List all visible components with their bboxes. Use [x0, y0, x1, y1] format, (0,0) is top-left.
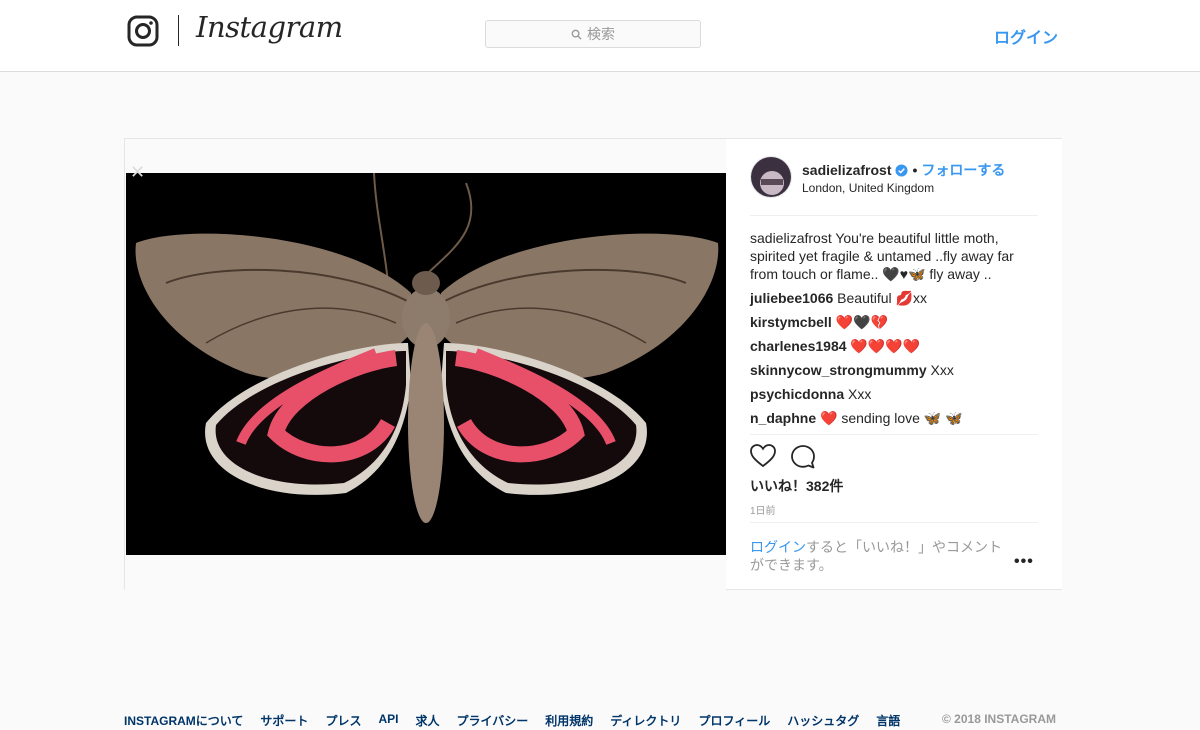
footer-link-api[interactable]: API	[378, 712, 398, 729]
post-media: ✕	[125, 139, 726, 591]
footer-link-about[interactable]: INSTAGRAMについて	[124, 712, 243, 729]
comment-username[interactable]: juliebee1066	[750, 290, 833, 306]
comment-username[interactable]: n_daphne	[750, 410, 816, 426]
follow-separator: •	[912, 162, 918, 178]
prompt-divider	[750, 522, 1038, 523]
caption-username[interactable]: sadielizafrost	[750, 230, 832, 246]
logo-divider	[178, 15, 179, 46]
verified-badge-icon	[895, 163, 909, 177]
post-sidebar: sadielizafrost • フォローする London, United K…	[726, 139, 1062, 589]
footer-link-hashtags[interactable]: ハッシュタグ	[787, 712, 859, 729]
footer-link-terms[interactable]: 利用規約	[545, 712, 593, 729]
follow-button[interactable]: フォローする	[921, 160, 1005, 180]
comment-username[interactable]: kirstymcbell	[750, 314, 832, 330]
search-input[interactable]: 検索	[485, 20, 701, 48]
footer-link-press[interactable]: プレス	[325, 712, 361, 729]
actions-divider	[750, 434, 1038, 435]
comment-text: ❤️ sending love 🦋 🦋	[820, 410, 963, 426]
comment-text: Beautiful 💋xx	[837, 290, 927, 306]
footer-link-profiles[interactable]: プロフィール	[698, 712, 770, 729]
avatar[interactable]	[750, 156, 792, 198]
post-timestamp: 1日前	[750, 506, 776, 517]
post-location[interactable]: London, United Kingdom	[802, 181, 934, 195]
heart-icon[interactable]	[750, 444, 776, 468]
footer-link-language[interactable]: 言語	[876, 712, 900, 729]
search-icon	[571, 29, 582, 40]
footer-link-support[interactable]: サポート	[260, 712, 308, 729]
footer-link-privacy[interactable]: プライバシー	[456, 712, 528, 729]
more-options-button[interactable]: •••	[1014, 553, 1034, 571]
comment-username[interactable]: charlenes1984	[750, 338, 847, 354]
close-icon[interactable]: ✕	[130, 163, 145, 181]
comments-list: sadielizafrost You're beautiful little m…	[750, 229, 1038, 433]
copyright: © 2018 INSTAGRAM	[942, 712, 1056, 726]
moth-photo[interactable]	[126, 173, 726, 555]
comment-item: kirstymcbell ❤️🖤💔	[750, 313, 1038, 331]
comment-item: n_daphne ❤️ sending love 🦋 🦋	[750, 409, 1038, 427]
post-card: ✕ sadielizafrost • フォローする London, United…	[124, 138, 1062, 591]
likes-count[interactable]: いいね！382件	[750, 476, 843, 496]
post-username[interactable]: sadielizafrost	[802, 162, 891, 178]
comment-item: skinnycow_strongmummy Xxx	[750, 361, 1038, 379]
footer-links: INSTAGRAMについて サポート プレス API 求人 プライバシー 利用規…	[124, 712, 1062, 729]
comment-text: ❤️🖤💔	[835, 314, 888, 330]
instagram-glyph-icon[interactable]	[127, 15, 159, 47]
comment-item: juliebee1066 Beautiful 💋xx	[750, 289, 1038, 307]
login-link[interactable]: ログイン	[994, 24, 1058, 48]
login-prompt-link[interactable]: ログイン	[750, 539, 806, 555]
top-navigation-bar: Instagram 検索 ログイン	[0, 0, 1200, 72]
comment-text: Xxx	[848, 386, 872, 402]
comment-text: ❤️❤️❤️❤️	[850, 338, 921, 354]
comment-username[interactable]: psychicdonna	[750, 386, 844, 402]
post-author: sadielizafrost • フォローする	[802, 160, 1005, 180]
comment-username[interactable]: skinnycow_strongmummy	[750, 362, 927, 378]
comment-item: charlenes1984 ❤️❤️❤️❤️	[750, 337, 1038, 355]
footer-link-directory[interactable]: ディレクトリ	[610, 712, 681, 729]
post-header: sadielizafrost • フォローする London, United K…	[750, 156, 1038, 216]
login-prompt: ログインすると「いいね！」やコメントができます。	[750, 538, 1010, 574]
search-placeholder: 検索	[587, 26, 615, 42]
instagram-wordmark-logo[interactable]: Instagram	[196, 10, 343, 44]
footer-link-jobs[interactable]: 求人	[415, 712, 439, 729]
comment-text: Xxx	[930, 362, 954, 378]
comment-icon[interactable]	[790, 444, 816, 470]
post-caption: sadielizafrost You're beautiful little m…	[750, 229, 1038, 283]
comment-item: psychicdonna Xxx	[750, 385, 1038, 403]
